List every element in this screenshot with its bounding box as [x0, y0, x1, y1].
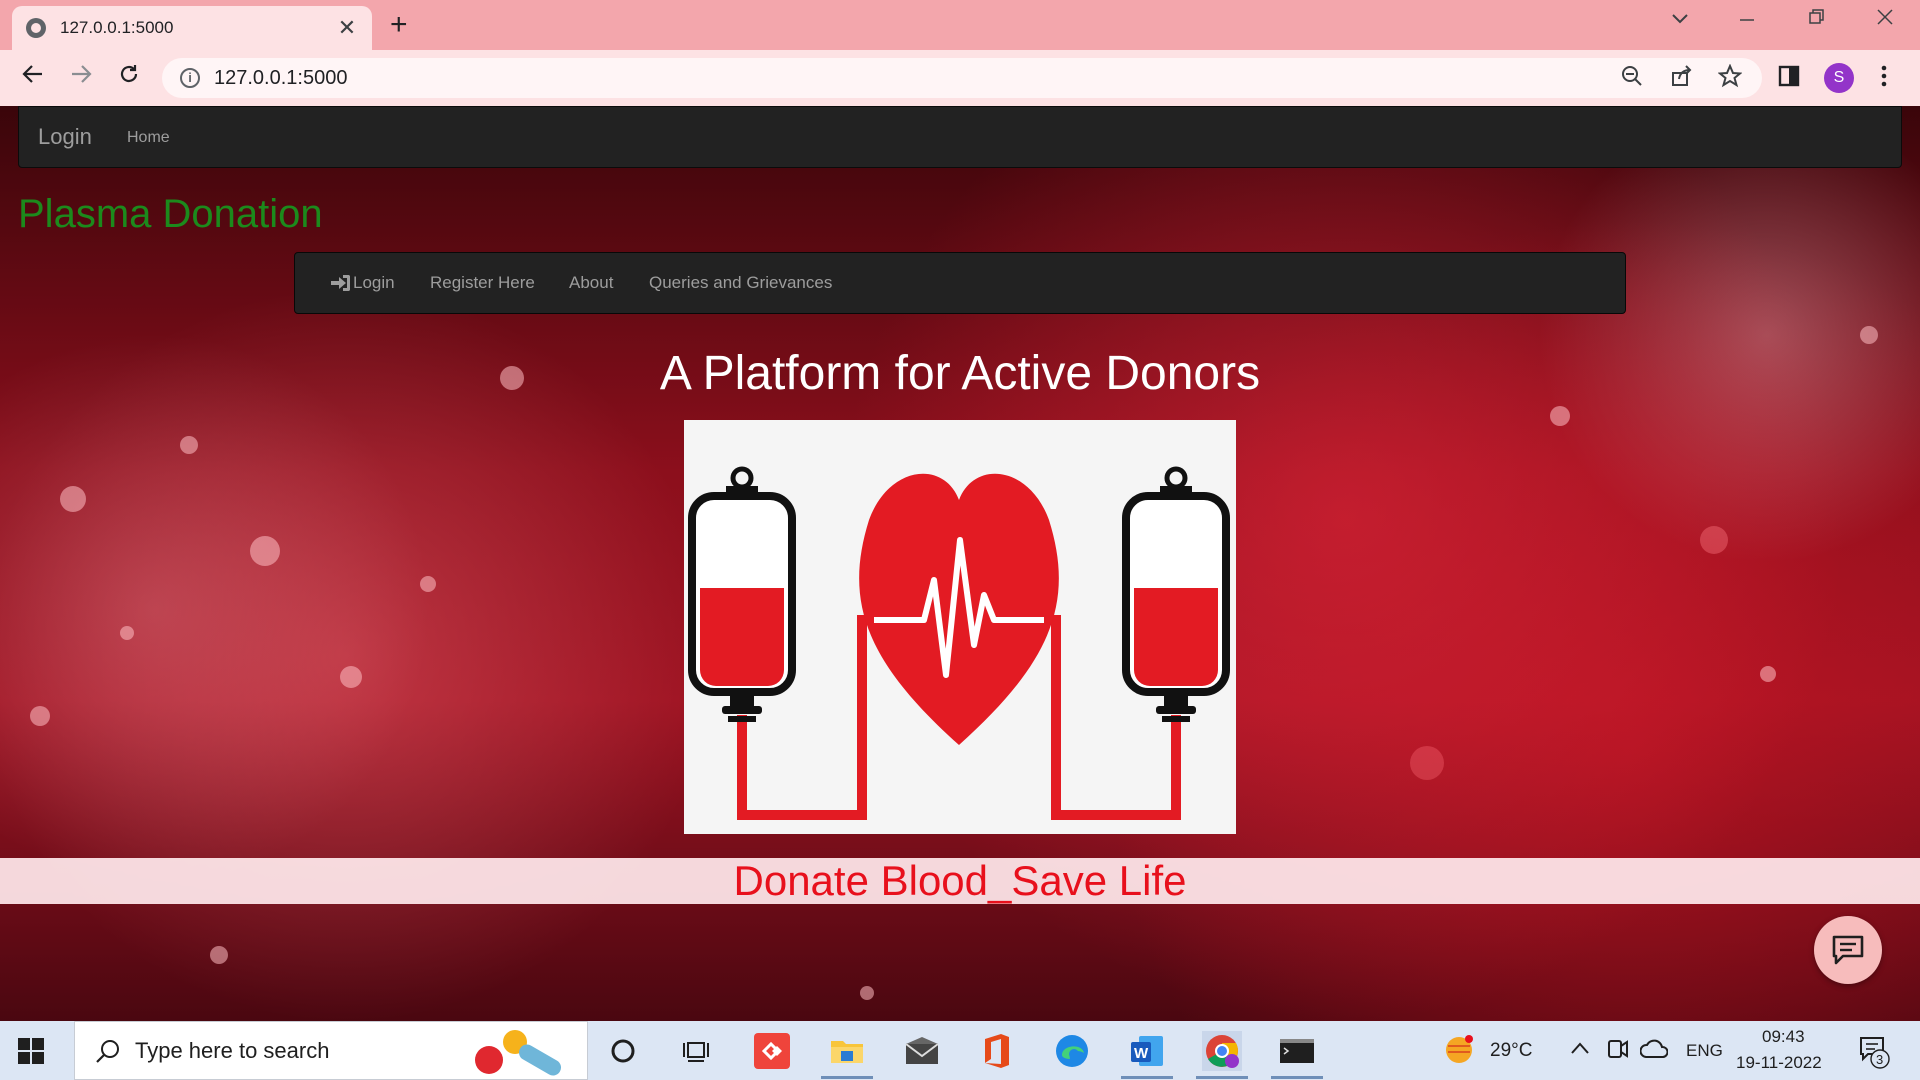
zoom-icon[interactable] [1620, 64, 1644, 94]
bokeh-light [1550, 406, 1570, 426]
taskbar-search-input[interactable]: Type here to search [74, 1021, 588, 1080]
side-panel-icon[interactable] [1778, 65, 1800, 93]
tab-title: 127.0.0.1:5000 [60, 18, 174, 37]
top-navbar: Login Home [18, 106, 1902, 168]
bokeh-light [1700, 526, 1728, 554]
running-indicator [1121, 1076, 1173, 1079]
edge-icon[interactable] [1052, 1031, 1092, 1071]
bokeh-light [250, 536, 280, 566]
chrome-icon[interactable] [1196, 1031, 1248, 1079]
nav-link-queries[interactable]: Queries and Grievances [649, 273, 832, 293]
close-window-icon[interactable] [1865, 8, 1905, 32]
hero-illustration [684, 420, 1236, 834]
menu-kebab-icon[interactable] [1880, 64, 1888, 94]
task-view-icon[interactable] [676, 1031, 716, 1071]
tab-search-icon[interactable] [1660, 8, 1700, 31]
chevron-up-icon[interactable] [1570, 1041, 1590, 1055]
running-indicator [1271, 1076, 1323, 1079]
bokeh-light [420, 576, 436, 592]
bokeh-light [120, 626, 134, 640]
language-indicator[interactable]: ENG [1686, 1041, 1723, 1061]
office-icon[interactable] [977, 1031, 1017, 1071]
nav-link-register[interactable]: Register Here [430, 273, 535, 293]
weather-temperature[interactable]: 29°C [1490, 1040, 1532, 1062]
bokeh-light [30, 706, 50, 726]
notification-center-icon[interactable] [1858, 1035, 1890, 1069]
share-icon[interactable] [1670, 64, 1694, 94]
site-info-icon[interactable]: i [180, 68, 200, 88]
address-bar[interactable]: i 127.0.0.1:5000 [162, 58, 1762, 98]
reload-icon[interactable] [112, 62, 146, 92]
new-tab-button[interactable]: + [390, 10, 408, 40]
bokeh-light [1860, 326, 1878, 344]
meet-now-icon[interactable] [1607, 1037, 1629, 1061]
back-icon[interactable] [16, 62, 50, 92]
login-icon [331, 274, 351, 292]
running-indicator [1196, 1076, 1248, 1079]
minimize-icon[interactable] [1727, 8, 1767, 32]
page-headline: A Platform for Active Donors [659, 347, 1261, 400]
clock-date[interactable]: 19-11-2022 [1736, 1053, 1822, 1073]
heart-pulse-icon [859, 473, 1059, 745]
site-title: Plasma Donation [18, 192, 323, 236]
bokeh-light [60, 486, 86, 512]
running-indicator [821, 1076, 873, 1079]
close-tab-icon[interactable]: ✕ [336, 15, 358, 41]
bokeh-light [340, 666, 362, 688]
clock-time[interactable]: 09:43 [1762, 1027, 1805, 1047]
terminal-icon[interactable] [1271, 1031, 1323, 1079]
search-highlight-icon [475, 1030, 561, 1076]
svg-text:W: W [1134, 1045, 1149, 1062]
chat-icon [1832, 935, 1864, 965]
search-placeholder: Type here to search [135, 1037, 330, 1063]
profile-avatar[interactable]: S [1824, 63, 1854, 93]
windows-taskbar: Type here to search W 29°C ENG 09:43 19-… [0, 1021, 1920, 1080]
bokeh-light [1760, 666, 1776, 682]
weather-icon[interactable] [1442, 1033, 1476, 1067]
windows-start-icon[interactable] [18, 1038, 44, 1064]
anydesk-icon[interactable] [752, 1031, 792, 1071]
cortana-icon[interactable] [603, 1031, 643, 1071]
bokeh-light [1410, 746, 1444, 780]
forward-icon[interactable] [64, 62, 98, 92]
browser-toolbar: i 127.0.0.1:5000 S [0, 50, 1920, 106]
bookmark-star-icon[interactable] [1717, 63, 1743, 94]
nav-link-login-label: Login [353, 273, 395, 292]
bokeh-light [210, 946, 228, 964]
nav-link-about[interactable]: About [569, 273, 613, 293]
globe-icon [26, 18, 46, 38]
browser-tab[interactable]: 127.0.0.1:5000 ✕ [12, 6, 372, 50]
browser-tab-strip: 127.0.0.1:5000 ✕ + [0, 0, 1920, 50]
search-icon [96, 1039, 119, 1063]
page-background: Login Home Plasma Donation Login Registe… [0, 106, 1920, 1021]
secondary-navbar: Login Register Here About Queries and Gr… [294, 252, 1626, 314]
word-icon[interactable]: W [1121, 1031, 1173, 1079]
blood-bag-icon [1122, 466, 1230, 722]
nav-link-home[interactable]: Home [127, 129, 170, 147]
blood-bag-icon [688, 466, 796, 722]
tagline-text: Donate Blood_Save Life [733, 857, 1187, 904]
restore-icon[interactable] [1796, 8, 1836, 32]
tagline-banner: Donate Blood_Save Life [0, 858, 1920, 904]
url-text: 127.0.0.1:5000 [214, 66, 348, 89]
notification-count: 3 [1876, 1052, 1884, 1067]
bokeh-light [180, 436, 198, 454]
navbar-brand-login[interactable]: Login [38, 124, 92, 150]
bokeh-light [860, 986, 874, 1000]
nav-link-login[interactable]: Login [331, 273, 395, 293]
mail-icon[interactable] [902, 1031, 942, 1071]
chat-button[interactable] [1814, 916, 1882, 984]
file-explorer-icon[interactable] [821, 1031, 873, 1079]
onedrive-cloud-icon[interactable] [1640, 1037, 1668, 1061]
